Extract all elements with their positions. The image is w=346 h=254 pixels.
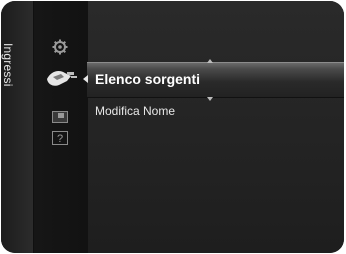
pip-icon[interactable] bbox=[52, 111, 68, 123]
scroll-up-arrow-icon[interactable] bbox=[207, 59, 213, 63]
help-icon[interactable]: ? bbox=[52, 131, 68, 145]
category-tab[interactable]: Ingressi bbox=[1, 1, 33, 253]
selection-arrow-icon bbox=[83, 75, 88, 83]
category-tab-label: Ingressi bbox=[1, 43, 15, 87]
scroll-down-arrow-icon[interactable] bbox=[207, 97, 213, 101]
menu-list-panel bbox=[88, 1, 344, 253]
input-icon[interactable] bbox=[45, 67, 79, 89]
tv-menu-screen: Ingressi ? Elenco sorgenti Modifica Nome bbox=[1, 1, 344, 253]
menu-item-elenco-sorgenti[interactable]: Elenco sorgenti bbox=[95, 71, 200, 87]
menu-item-modifica-nome[interactable]: Modifica Nome bbox=[95, 104, 175, 118]
svg-text:?: ? bbox=[57, 133, 63, 145]
menu-icon-column: ? bbox=[33, 1, 89, 253]
settings-icon[interactable] bbox=[52, 39, 68, 55]
